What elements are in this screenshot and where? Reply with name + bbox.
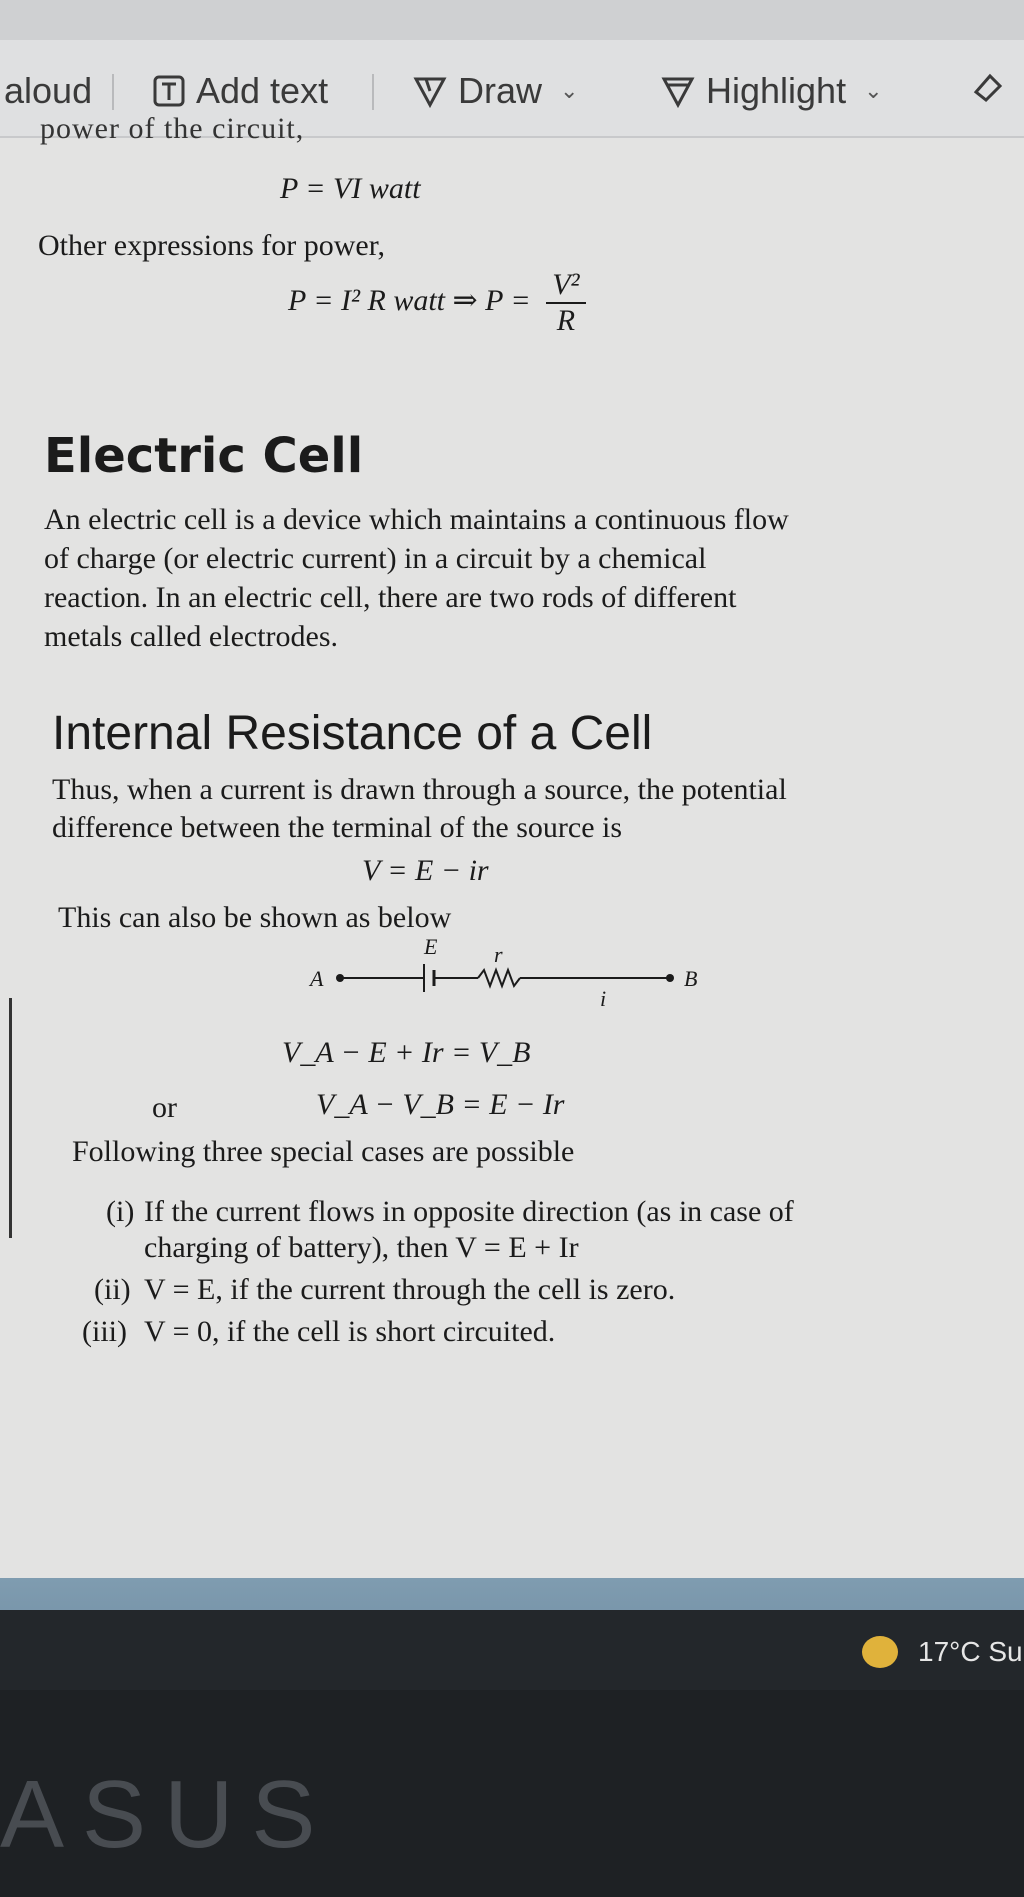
equation-va-vb: V_A − V_B = E − Ir	[316, 1088, 565, 1121]
screen: aloud Add text Draw ⌄ Highlight ⌄ power …	[0, 0, 1024, 1690]
read-aloud-label: aloud	[4, 70, 93, 111]
equation-power-vi: P = VI watt	[280, 172, 421, 205]
highlight-label: Highlight	[706, 70, 847, 111]
or-text: or	[152, 1091, 177, 1124]
case-number: (i)	[106, 1195, 135, 1228]
paragraph-line: Thus, when a current is drawn through a …	[52, 773, 787, 806]
heading-electric-cell: Electric Cell	[44, 428, 364, 484]
fraction-v2-over-r: V² R	[546, 268, 586, 338]
add-text-label: Add text	[196, 70, 329, 111]
case-text: V = E, if the current through the cell i…	[144, 1273, 676, 1306]
highlighter-icon	[661, 77, 695, 109]
current-i-label: i	[600, 986, 606, 1011]
chevron-down-icon[interactable]: ⌄	[560, 78, 578, 104]
draw-label: Draw	[458, 70, 543, 111]
internal-r-label: r	[494, 942, 503, 967]
other-expressions-text: Other expressions for power,	[38, 229, 386, 262]
fraction-numerator: V²	[546, 268, 586, 304]
fraction-denominator: R	[556, 304, 576, 337]
case-text: V = 0, if the cell is short circuited.	[144, 1315, 556, 1348]
draw-button[interactable]: Draw ⌄	[412, 70, 578, 112]
title-strip	[0, 0, 1024, 41]
draw-pen-icon	[413, 77, 447, 109]
case-text: If the current flows in opposite directi…	[144, 1195, 794, 1228]
add-text-icon	[153, 75, 185, 107]
toolbar-divider	[372, 74, 374, 110]
case-text: charging of battery), then V = E + Ir	[144, 1231, 579, 1264]
read-aloud-button[interactable]: aloud	[4, 70, 92, 112]
terminal-a-label: A	[308, 966, 324, 991]
clipped-text-line: power of the circuit,	[40, 112, 305, 145]
laptop-brand-logo: ASUS	[0, 1761, 334, 1868]
circuit-diagram: A B E r i	[308, 938, 697, 1011]
following-cases-text: Following three special cases are possib…	[72, 1135, 575, 1168]
paragraph-line: of charge (or electric current) in a cir…	[44, 542, 707, 575]
weather-sun-icon[interactable]	[862, 1636, 898, 1668]
paragraph-line: An electric cell is a device which maint…	[44, 503, 789, 536]
paragraph-line: difference between the terminal of the s…	[52, 811, 623, 844]
case-number: (iii)	[82, 1315, 127, 1348]
case-number: (ii)	[94, 1273, 131, 1306]
eraser-button[interactable]	[970, 70, 1004, 104]
equation-v-e-ir: V = E − ir	[362, 854, 489, 887]
emf-e-label: E	[423, 938, 438, 959]
paragraph-line: metals called electrodes.	[44, 620, 339, 653]
heading-internal-resistance: Internal Resistance of a Cell	[52, 707, 653, 760]
toolbar-divider	[112, 74, 114, 110]
shown-below-text: This can also be shown as below	[58, 901, 452, 934]
chevron-down-icon[interactable]: ⌄	[864, 78, 882, 104]
add-text-button[interactable]: Add text	[152, 70, 328, 112]
equation-power-i2r: P = I² R watt ⇒ P = V² R	[288, 268, 586, 338]
weather-text[interactable]: 17°C Su	[918, 1636, 1023, 1668]
equation-va-e-ir-vb: V_A − E + Ir = V_B	[282, 1036, 531, 1069]
eraser-icon	[973, 73, 1003, 103]
terminal-b-label: B	[684, 966, 697, 991]
paragraph-line: reaction. In an electric cell, there are…	[44, 581, 737, 614]
left-panel-edge	[0, 998, 12, 1238]
pdf-page: power of the circuit, P = VI watt Other …	[0, 112, 1024, 1578]
highlight-button[interactable]: Highlight ⌄	[660, 70, 883, 112]
equation-power-i2r-left: P = I² R watt ⇒ P =	[288, 283, 531, 317]
